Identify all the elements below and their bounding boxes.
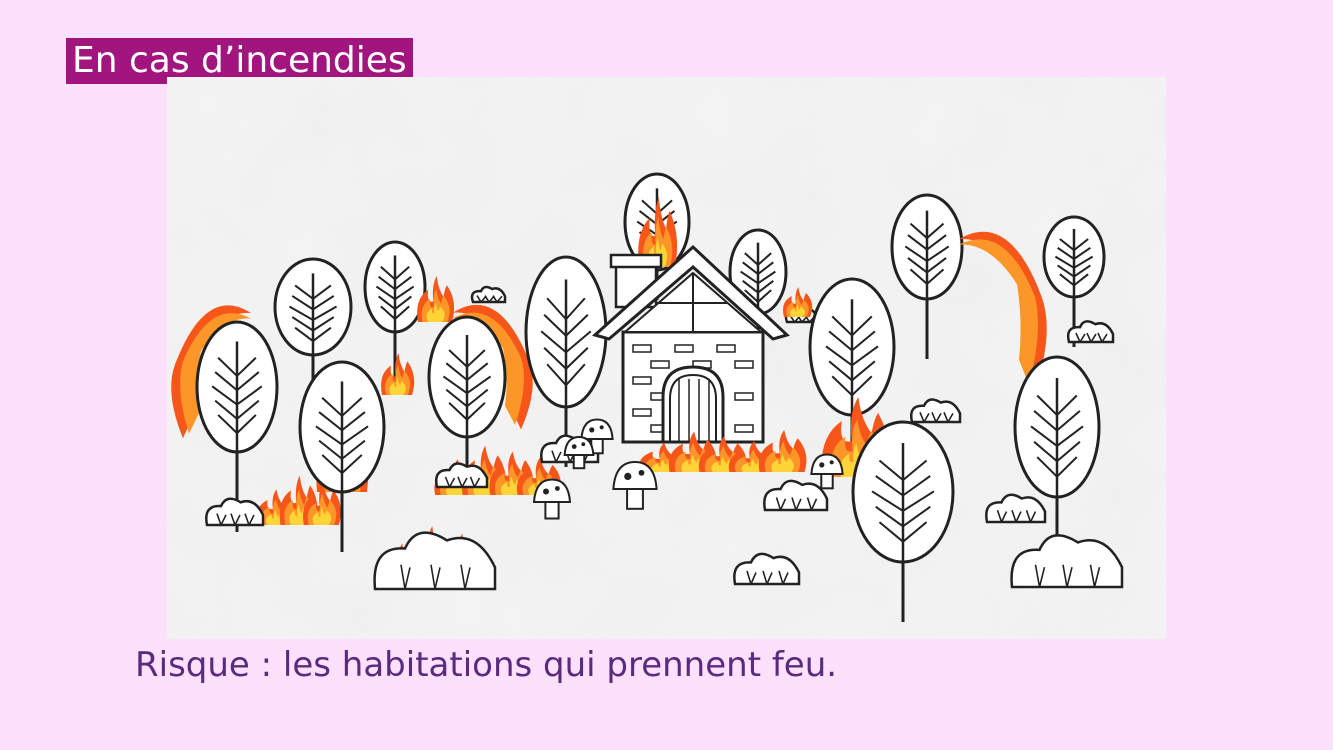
slide-caption: Risque : les habitations qui prennent fe…	[135, 645, 838, 685]
forest-fire-illustration	[167, 77, 1166, 639]
forest-fire-svg	[167, 77, 1166, 639]
